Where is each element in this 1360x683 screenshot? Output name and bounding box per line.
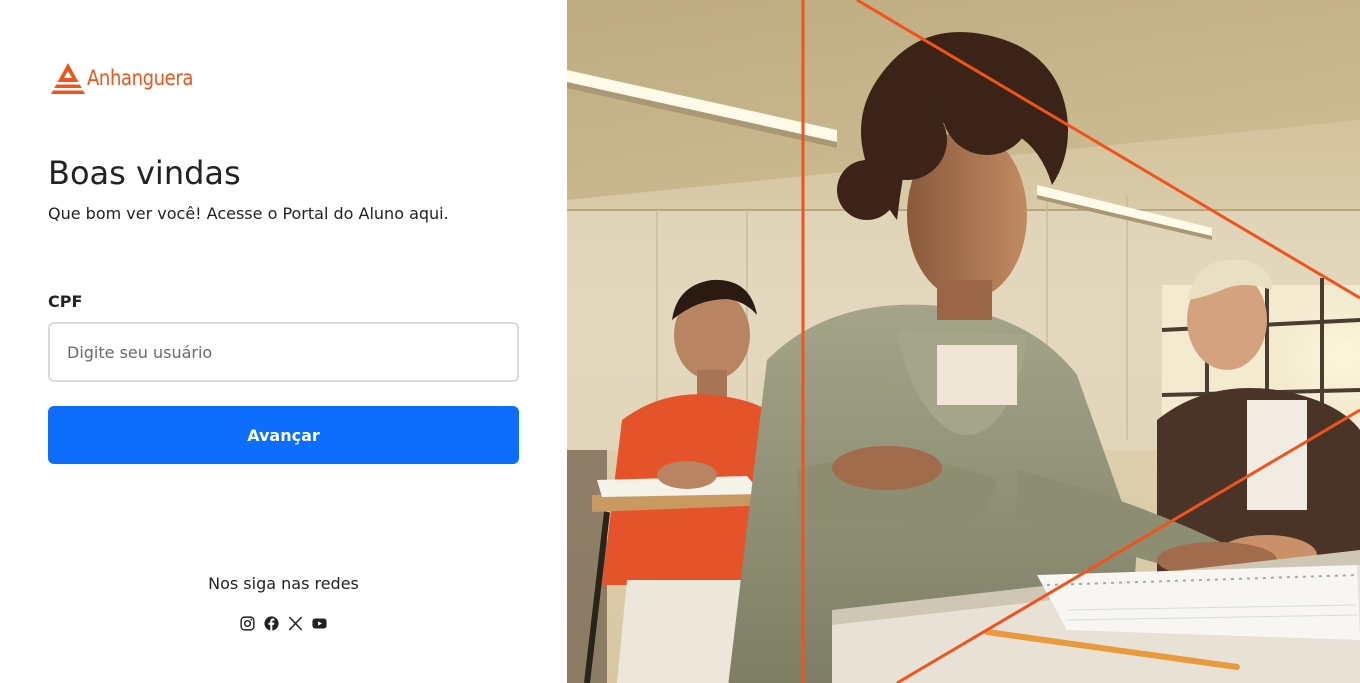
social-title: Nos siga nas redes (208, 574, 359, 593)
cpf-label: CPF (48, 292, 83, 311)
submit-button[interactable]: Avançar (48, 406, 519, 464)
facebook-icon[interactable] (263, 615, 280, 632)
youtube-icon[interactable] (311, 615, 328, 632)
students-classroom-photo (567, 0, 1360, 683)
social-links (48, 615, 519, 632)
anhanguera-logo: Anhanguera (50, 61, 210, 95)
page-subtitle: Que bom ver você! Acesse o Portal do Alu… (48, 204, 449, 223)
page-title: Boas vindas (48, 154, 241, 192)
brand-name: Anhanguera (87, 66, 193, 90)
cpf-input[interactable] (48, 322, 519, 382)
hero-image (567, 0, 1360, 683)
x-icon[interactable] (287, 615, 304, 632)
login-panel: Anhanguera Boas vindas Que bom ver você!… (0, 0, 567, 683)
anhanguera-logo-icon (51, 62, 85, 94)
instagram-icon[interactable] (239, 615, 256, 632)
